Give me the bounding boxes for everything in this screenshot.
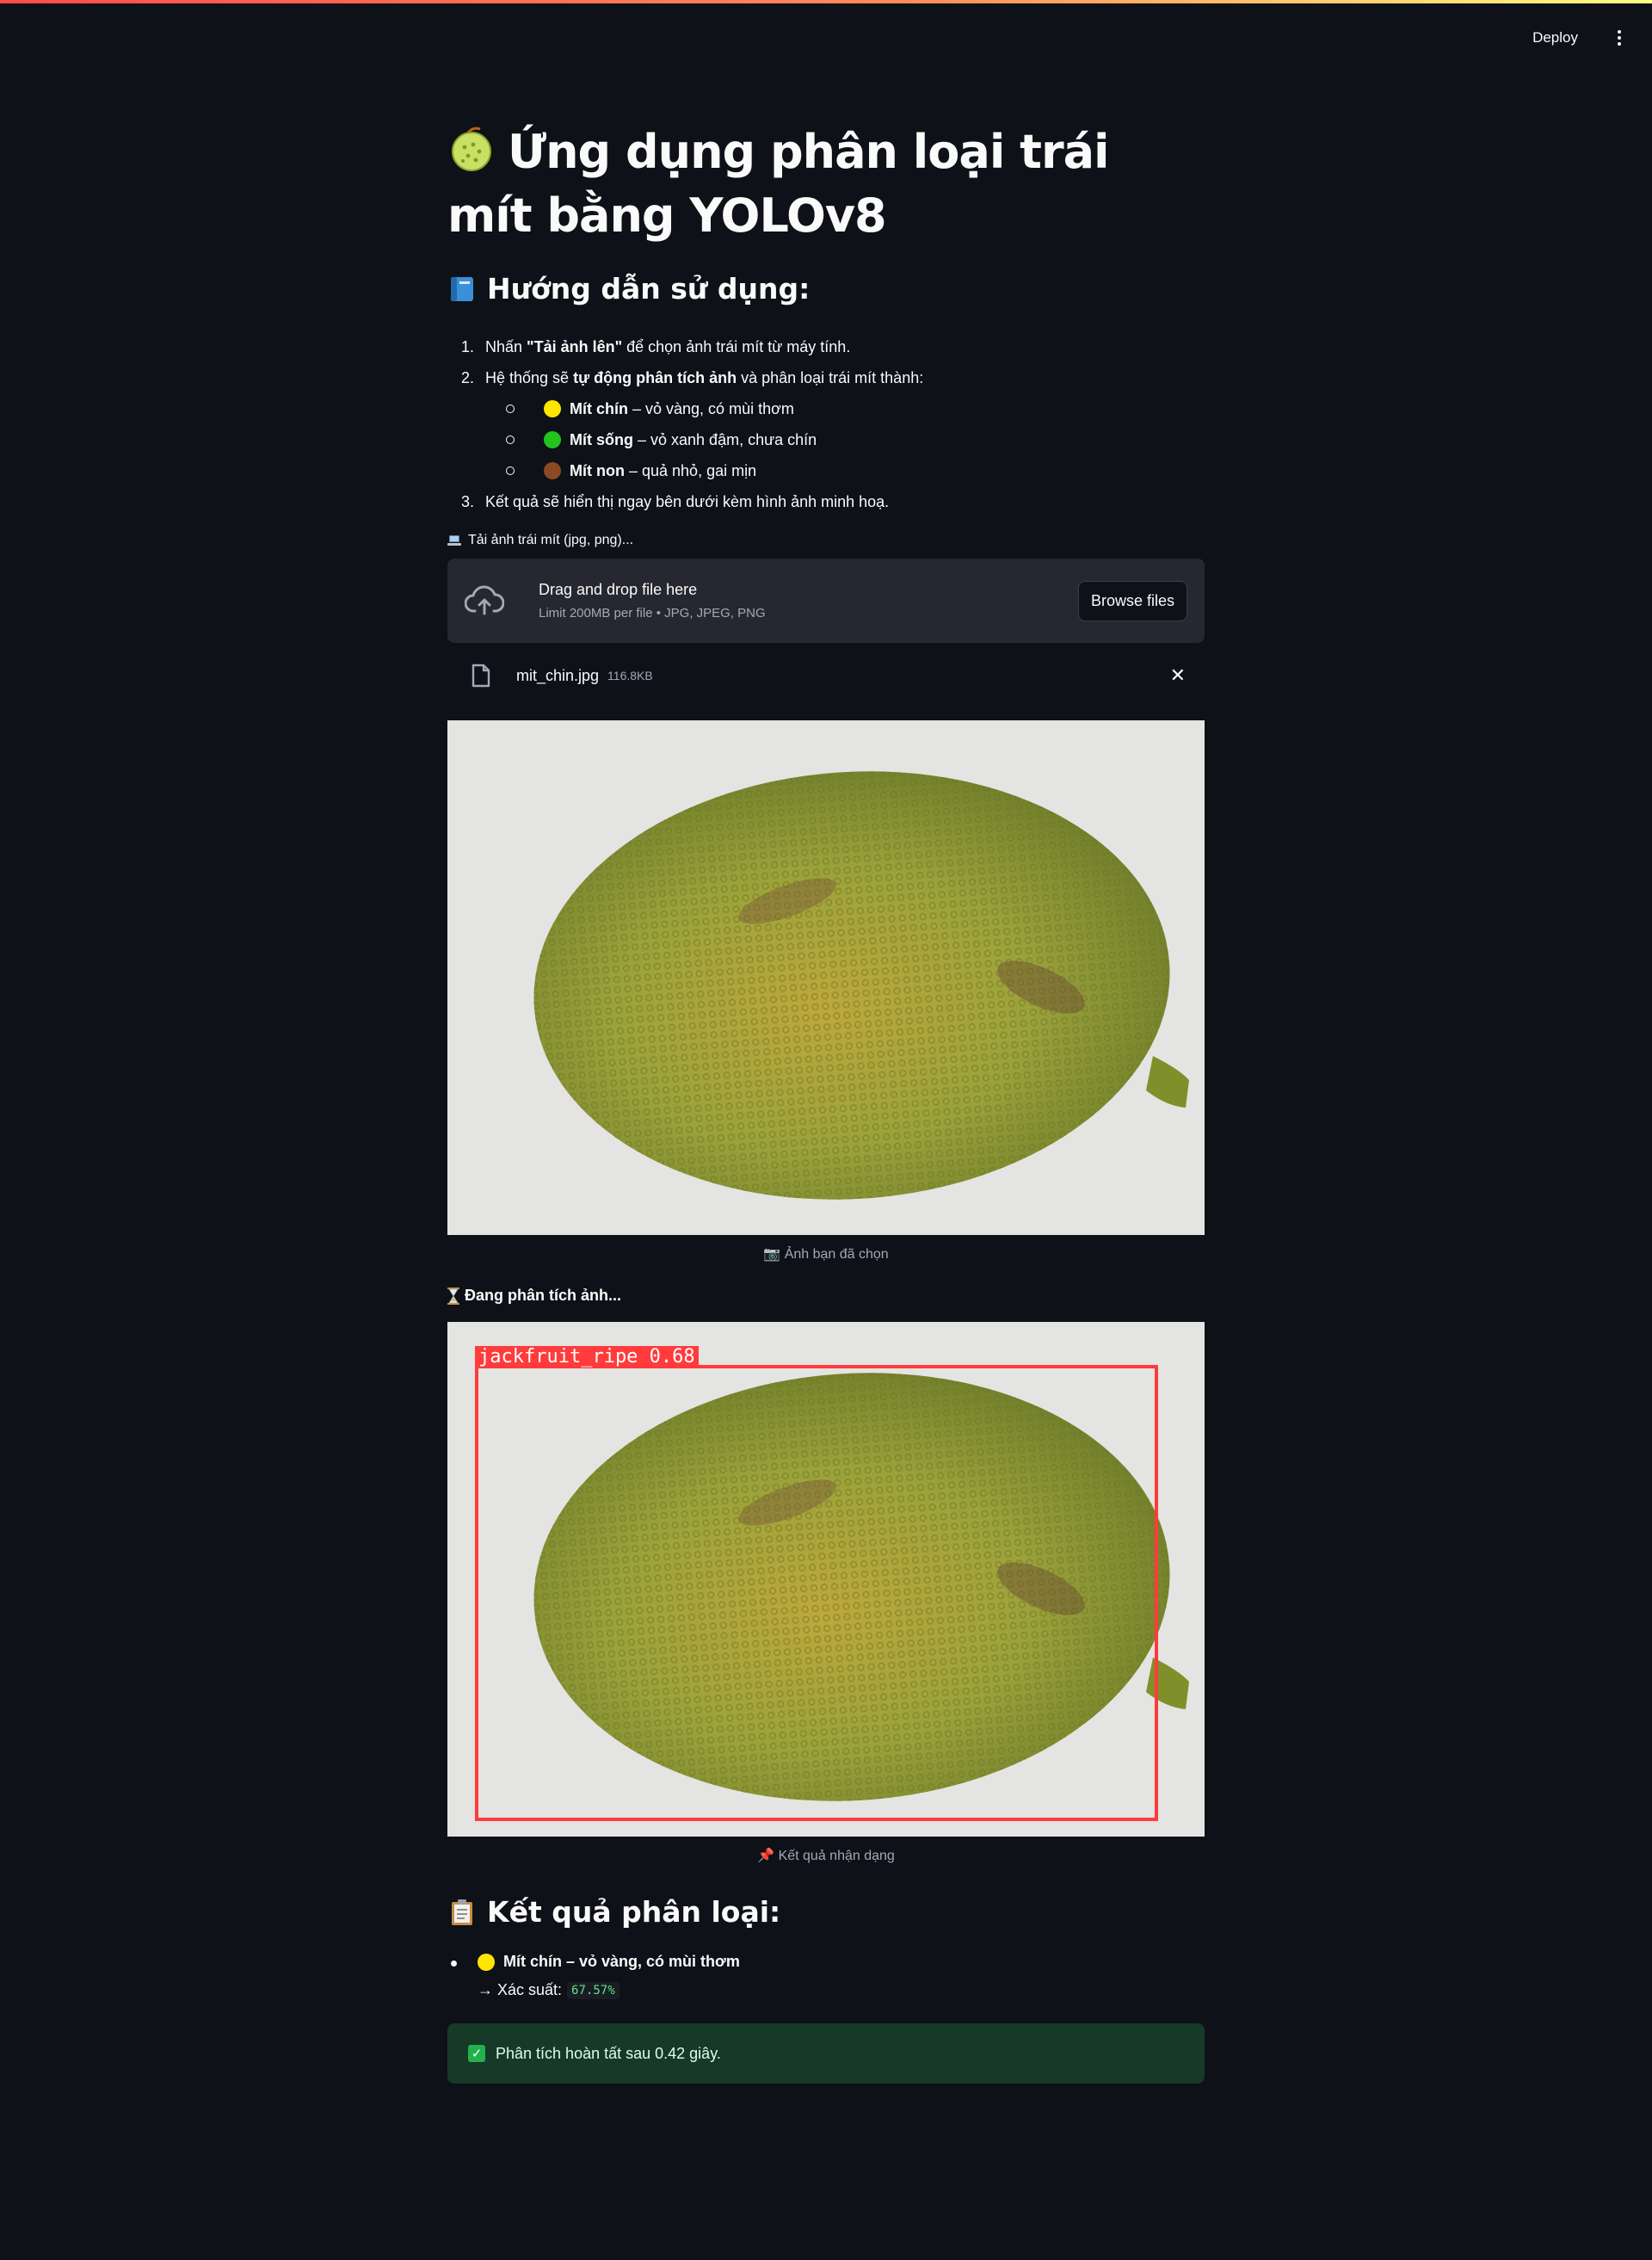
green-circle-icon <box>544 431 561 448</box>
file-dropzone[interactable]: Drag and drop file here Limit 200MB per … <box>447 559 1205 643</box>
browse-files-button[interactable]: Browse files <box>1077 580 1187 621</box>
detection-label: jackfruit_ripe 0.68 <box>475 1346 699 1368</box>
uploader-label-text: Tải ảnh trái mít (jpg, png)... <box>468 533 634 547</box>
clipboard-emoji <box>452 1899 472 1925</box>
result-class-line: Mít chín – vỏ vàng, có mùi thơm <box>478 1953 740 1971</box>
yellow-circle-icon <box>478 1953 495 1971</box>
instruction-step-3: Kết quả sẽ hiển thị ngay bên dưới kèm hì… <box>478 486 1205 517</box>
page-title-text: Ứng dụng phân loại trái mít bằng YOLOv8 <box>447 125 1110 243</box>
step-2-prefix: Hệ thống sẽ <box>485 369 574 386</box>
step-2-bold: tự động phân tích ảnh <box>573 369 737 386</box>
cloud-upload-icon <box>465 585 504 615</box>
probability-line: → Xác suất: 67.57% <box>478 1981 740 1999</box>
dropzone-limit: Limit 200MB per file • JPG, JPEG, PNG <box>539 606 766 621</box>
instruction-step-2: Hệ thống sẽ tự động phân tích ảnh và phâ… <box>478 362 1205 486</box>
top-decoration-bar <box>0 0 1652 3</box>
class-text: Mít chín – vỏ vàng, có mùi thơm <box>570 393 794 424</box>
result-content: Mít chín – vỏ vàng, có mùi thơm → Xác su… <box>478 1953 740 1999</box>
step-1-prefix: Nhấn <box>485 338 527 355</box>
jackfruit-photo <box>447 720 1205 1235</box>
analyzing-status: Đang phân tích ảnh... <box>447 1287 1205 1305</box>
app-header: Deploy <box>1531 26 1626 50</box>
success-text: Phân tích hoàn tất sau 0.42 giây. <box>496 2044 721 2062</box>
class-desc: – vỏ vàng, có mùi thơm <box>628 400 794 417</box>
results-list: Mít chín – vỏ vàng, có mùi thơm → Xác su… <box>447 1953 1205 1999</box>
guide-heading: Hướng dẫn sử dụng: <box>447 272 1205 306</box>
file-name: mit_chin.jpg <box>516 666 600 684</box>
step-2-suffix: và phân loại trái mít thành: <box>737 369 924 386</box>
blue-book-emoji <box>451 276 473 301</box>
uploaded-image <box>447 720 1205 1235</box>
class-name: Mít non <box>570 462 625 479</box>
step-1-bold: "Tải ảnh lên" <box>527 338 623 355</box>
uploader-label: Tải ảnh trái mít (jpg, png)... <box>447 533 1205 548</box>
brown-circle-icon <box>544 462 561 479</box>
class-name: Mít chín <box>570 400 628 417</box>
dropzone-title: Drag and drop file here <box>539 581 698 598</box>
instruction-step-1: Nhấn "Tải ảnh lên" để chọn ảnh trái mít … <box>478 331 1205 362</box>
class-name: Mít sống <box>570 431 633 448</box>
deploy-button[interactable]: Deploy <box>1531 26 1580 50</box>
probability-label: → Xác suất: <box>478 1981 563 1998</box>
class-desc: – quả nhỏ, gai mịn <box>624 462 757 479</box>
class-desc: – vỏ xanh đậm, chưa chín <box>633 431 817 448</box>
class-item-ripe: Mít chín – vỏ vàng, có mùi thơm <box>499 393 1205 424</box>
uploaded-image-caption: 📷 Ảnh bạn đã chọn <box>447 1245 1205 1263</box>
pushpin-emoji: 📌 <box>757 1849 775 1863</box>
caption-text: Ảnh bạn đã chọn <box>784 1247 889 1262</box>
class-text: Mít sống – vỏ xanh đậm, chưa chín <box>570 424 817 455</box>
list-bullet <box>451 1961 457 1967</box>
hourglass-emoji <box>447 1287 459 1305</box>
list-bullet <box>506 404 515 413</box>
laptop-emoji <box>447 535 461 546</box>
detection-image: jackfruit_ripe 0.68 <box>447 1322 1205 1837</box>
uploaded-file-row: mit_chin.jpg 116.8KB ✕ <box>447 643 1205 708</box>
probability-value: 67.57% <box>567 1981 620 1999</box>
instruction-list: Nhấn "Tải ảnh lên" để chọn ảnh trái mít … <box>447 331 1205 517</box>
class-text: Mít non – quả nhỏ, gai mịn <box>570 455 756 486</box>
page-title: Ứng dụng phân loại trái mít bằng YOLOv8 <box>447 120 1205 248</box>
file-icon <box>472 664 490 688</box>
file-size: 116.8KB <box>607 669 653 682</box>
caption-text: Kết quả nhận dạng <box>778 1849 895 1863</box>
class-item-unripe: Mít sống – vỏ xanh đậm, chưa chín <box>499 424 1205 455</box>
step-1-suffix: để chọn ảnh trái mít từ máy tính. <box>622 338 851 355</box>
camera-emoji: 📷 <box>763 1247 781 1262</box>
guide-heading-text: Hướng dẫn sử dụng: <box>487 272 811 306</box>
melon-emoji <box>452 127 491 171</box>
more-vertical-icon[interactable] <box>1612 27 1626 49</box>
result-class-text: Mít chín – vỏ vàng, có mùi thơm <box>503 1953 740 1970</box>
yellow-circle-icon <box>544 400 561 417</box>
results-heading: Kết quả phân loại: <box>447 1895 1205 1929</box>
result-item: Mít chín – vỏ vàng, có mùi thơm → Xác su… <box>451 1953 1205 1999</box>
analyzing-text: Đang phân tích ảnh... <box>465 1287 622 1304</box>
main-content: Ứng dụng phân loại trái mít bằng YOLOv8 … <box>447 120 1205 2084</box>
close-icon[interactable]: ✕ <box>1170 664 1186 687</box>
dropzone-text: Drag and drop file here Limit 200MB per … <box>539 581 1078 621</box>
success-alert: ✓ Phân tích hoàn tất sau 0.42 giây. <box>447 2023 1205 2084</box>
class-list: Mít chín – vỏ vàng, có mùi thơm Mít sống… <box>485 393 1205 486</box>
class-item-young: Mít non – quả nhỏ, gai mịn <box>499 455 1205 486</box>
results-heading-text: Kết quả phân loại: <box>487 1895 781 1929</box>
detection-bounding-box <box>475 1365 1158 1821</box>
detection-caption: 📌 Kết quả nhận dạng <box>447 1847 1205 1864</box>
list-bullet <box>506 435 515 444</box>
list-bullet <box>506 466 515 475</box>
check-mark-icon: ✓ <box>468 2045 485 2062</box>
